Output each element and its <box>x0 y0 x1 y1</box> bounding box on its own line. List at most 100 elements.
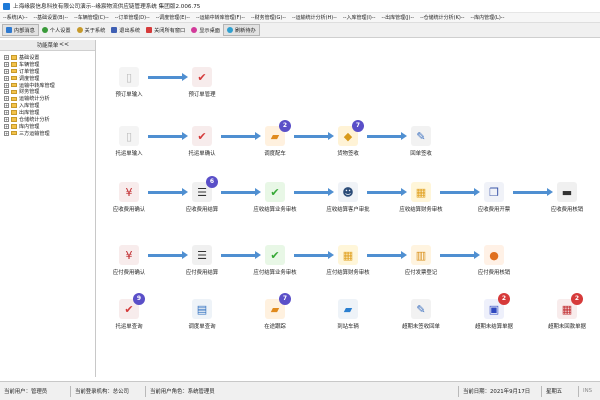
flow-node-chaoqi-huikuan[interactable]: ▦ 2 超期未回款单据 <box>537 293 597 345</box>
menu-warehouse-stats[interactable]: --仓储统计分析(K)-- <box>417 14 467 21</box>
expand-icon[interactable]: + <box>4 123 9 129</box>
expand-icon[interactable]: + <box>4 75 9 81</box>
flow-node-yingshou-kaipiao[interactable]: ❐ 应收费用开票 <box>464 182 524 228</box>
clipboard-icon[interactable]: ▤ <box>192 299 212 319</box>
collapse-sidebar-button[interactable]: << <box>59 41 69 48</box>
yen-invoice-icon[interactable]: ¥ <box>119 182 139 202</box>
tree-item-vehicle[interactable]: + 车辆管理 <box>0 61 95 68</box>
expand-icon[interactable]: + <box>4 130 9 136</box>
flow-node-yingfu-fapiao[interactable]: ▥ 应付发票登记 <box>391 245 451 291</box>
personal-settings-button[interactable]: 个人设置 <box>39 24 74 36</box>
flow-node-yingfu-hexiao[interactable]: ● 应付费用核销 <box>464 245 524 291</box>
flow-node-label: 回单签收 <box>410 151 432 157</box>
personal-settings-button-label: 个人设置 <box>49 27 71 34</box>
yen-invoice-icon[interactable]: ¥ <box>119 245 139 265</box>
document-icon[interactable]: ▯ <box>119 126 139 146</box>
list-document-icon[interactable]: ☰ <box>192 245 212 265</box>
customer-icon[interactable]: ☻ <box>338 182 358 202</box>
signed-document-icon[interactable]: ✎ <box>411 126 431 146</box>
expand-icon[interactable]: + <box>4 96 9 102</box>
flow-node-yudingdan-guanli[interactable]: ✔ 预订单管理 <box>172 67 232 113</box>
flow-node-yingshou-caiwu-shenhe[interactable]: ▦ 应收结算财务审核 <box>391 182 451 228</box>
menu-transport-stats[interactable]: --运输统计分析(H)-- <box>289 14 340 21</box>
messages-button[interactable]: 内部消息 <box>2 24 39 36</box>
flow-node-yingshou-jiesuan[interactable]: ☰ 6 应收费用结算 <box>172 176 232 228</box>
flow-node-yingshou-queren[interactable]: ¥ 应收费用确认 <box>99 182 159 228</box>
show-desktop-button[interactable]: 显示桌面 <box>188 24 223 36</box>
menu-outbound[interactable]: --出库管理(J)-- <box>378 14 417 21</box>
flow-node-label: 在途跟踪 <box>264 324 286 330</box>
checklist-icon[interactable]: ✔ <box>192 126 212 146</box>
expand-icon[interactable]: + <box>4 82 9 88</box>
folder-icon <box>11 124 17 129</box>
close-all-windows-button[interactable]: 关闭所有窗口 <box>143 24 188 36</box>
flow-node-huowu-qianshou[interactable]: ◆ 7 货物签收 <box>318 120 378 172</box>
approve-icon[interactable]: ✔ <box>265 245 285 265</box>
tree-item-finance[interactable]: + 财务管理 <box>0 88 95 95</box>
flow-node-diaodudan-chaxun[interactable]: ▤ 调度单查询 <box>172 299 232 345</box>
flow-node-tuoyundan-queren[interactable]: ✔ 托运单确认 <box>172 126 232 172</box>
menu-finance[interactable]: --财务管理(G)-- <box>248 14 289 21</box>
coin-icon[interactable]: ● <box>484 245 504 265</box>
flow-node-yingshou-kehu-shenpi[interactable]: ☻ 应收结算客户审批 <box>318 182 378 228</box>
flow-node-chaoqi-jiesuan[interactable]: ▣ 2 超期未结算单据 <box>464 293 524 345</box>
flow-node-yingfu-jiesuan[interactable]: ☰ 应付费用结算 <box>172 245 232 291</box>
approve-icon[interactable]: ✔ <box>265 182 285 202</box>
menu-inbound[interactable]: --入库管理(I)-- <box>340 14 379 21</box>
tree-item-warehouse-stats[interactable]: + 仓储统计分析 <box>0 116 95 123</box>
tree-item-outbound[interactable]: + 出库管理 <box>0 109 95 116</box>
checklist-icon[interactable]: ✔ <box>192 67 212 87</box>
expand-icon[interactable]: + <box>4 68 9 74</box>
flow-node-huidan-qianshou[interactable]: ✎ 回单签收 <box>391 126 451 172</box>
about-button[interactable]: 关于系统 <box>74 24 109 36</box>
menu-dispatch[interactable]: --调度管理(E)-- <box>153 14 193 21</box>
tree-item-order[interactable]: + 订单管理 <box>0 68 95 75</box>
flow-node-tuoyundan-chaxun[interactable]: ✔ 9 托运单查询 <box>99 293 159 345</box>
flow-node-label: 调度配车 <box>264 151 286 157</box>
menu-vehicle[interactable]: --车辆管理(C)-- <box>71 14 112 21</box>
menu-transit-warehouse[interactable]: --运输中转库管理(F)-- <box>193 14 248 21</box>
tree-item-transport-stats[interactable]: + 运输统计分析 <box>0 95 95 102</box>
menu-in-warehouse[interactable]: --库内管理(L)-- <box>467 14 507 21</box>
tree-item-in-warehouse[interactable]: + 库内管理 <box>0 123 95 130</box>
barcode-icon[interactable]: ▥ <box>411 245 431 265</box>
expand-icon[interactable]: + <box>4 89 9 95</box>
calculator-icon[interactable]: ▦ <box>338 245 358 265</box>
count-badge: 9 <box>133 293 145 305</box>
refresh-todo-button[interactable]: 刷新待办 <box>222 24 260 36</box>
expand-icon[interactable]: + <box>4 54 9 60</box>
flow-node-yingshou-yewu-shenhe[interactable]: ✔ 应收结算业务审核 <box>245 182 305 228</box>
function-menu-title: 功能菜单 <box>36 43 59 49</box>
flow-node-zaitu-genzong[interactable]: ▰ 7 在途跟踪 <box>245 293 305 345</box>
tree-item-dispatch[interactable]: + 调度管理 <box>0 75 95 82</box>
tree-item-3pl-transport[interactable]: + 三方运输管理 <box>0 130 95 137</box>
calculator-icon[interactable]: ▦ <box>411 182 431 202</box>
tree-item-transit-warehouse[interactable]: + 运输中转库管理 <box>0 82 95 89</box>
expand-icon[interactable]: + <box>4 103 9 109</box>
flow-node-yingfu-yewu-shenhe[interactable]: ✔ 应付结算业务审核 <box>245 245 305 291</box>
menu-basic-settings[interactable]: --基础设置(B)-- <box>31 14 72 21</box>
tree-item-basic-settings[interactable]: + 基础设置 <box>0 54 95 61</box>
signed-document-icon[interactable]: ✎ <box>411 299 431 319</box>
flow-node-diaodu-peiche[interactable]: ▰ 2 调度配车 <box>245 120 305 172</box>
delivery-truck-icon[interactable]: ▰ <box>338 299 358 319</box>
flow-node-chaoqi-huidan[interactable]: ✎ 超期未签收回单 <box>391 299 451 345</box>
flow-node-yingfu-queren[interactable]: ¥ 应付费用确认 <box>99 245 159 291</box>
flow-node-yingshou-hexiao[interactable]: ▬ 应收费用核销 <box>537 182 597 228</box>
expand-icon[interactable]: + <box>4 61 9 67</box>
flow-node-daozhan-cheliang[interactable]: ▰ 到站车辆 <box>318 299 378 345</box>
menu-system[interactable]: --系统(A)-- <box>0 14 31 21</box>
menu-order[interactable]: --订单管理(D)-- <box>112 14 153 21</box>
flow-node-label: 到站车辆 <box>337 324 359 330</box>
folder-icon <box>11 117 17 122</box>
expand-icon[interactable]: + <box>4 110 9 116</box>
flow-node-yudingdan-luru[interactable]: ▯ 预订单输入 <box>99 67 159 113</box>
flow-node-yingfu-caiwu-shenhe[interactable]: ▦ 应付结算财务审核 <box>318 245 378 291</box>
invoice-icon[interactable]: ❐ <box>484 182 504 202</box>
tree-item-inbound[interactable]: + 入库管理 <box>0 102 95 109</box>
flow-node-tuoyundan-luru[interactable]: ▯ 托运单输入 <box>99 126 159 172</box>
document-icon[interactable]: ▯ <box>119 67 139 87</box>
expand-icon[interactable]: + <box>4 116 9 122</box>
exit-button[interactable]: 退出系统 <box>108 24 143 36</box>
card-icon[interactable]: ▬ <box>557 182 577 202</box>
